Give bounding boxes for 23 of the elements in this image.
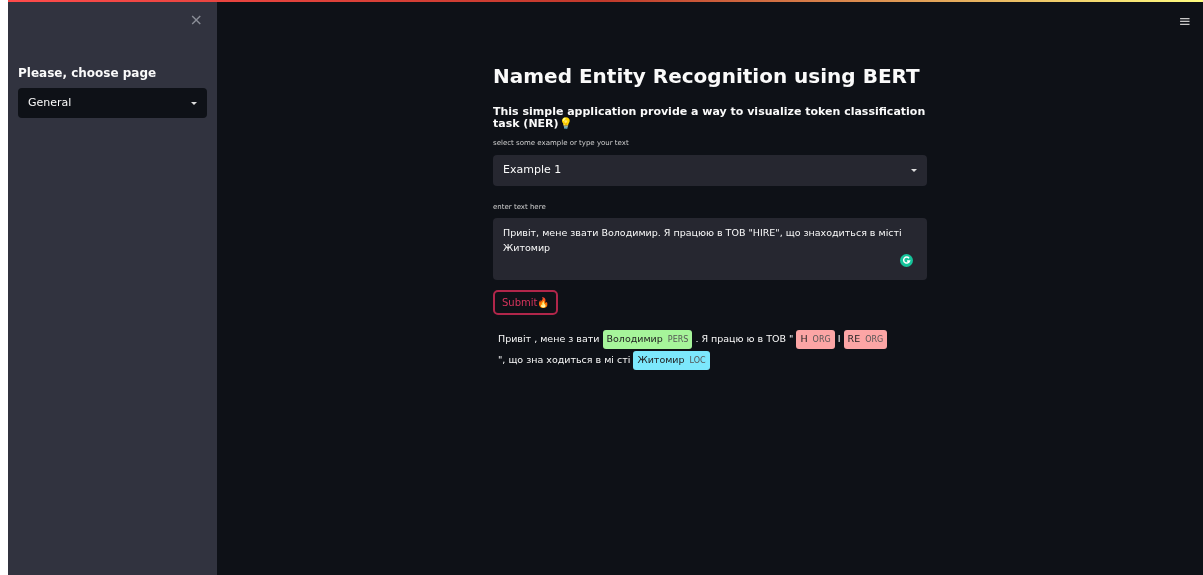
entity-label: LOC [689, 356, 706, 366]
grammar-check-icon[interactable] [900, 254, 913, 268]
entity-text: H [800, 333, 808, 345]
entity-text: Володимир [606, 333, 663, 345]
result-text: ходиться в мі сті [546, 354, 631, 366]
entity-label: ORG [812, 335, 831, 345]
entity-text: Житомир [637, 354, 685, 366]
submit-button[interactable]: Submit🔥 [493, 290, 559, 316]
menu-button[interactable]: ≡ [1178, 14, 1191, 29]
entity-label: PERS [667, 335, 689, 345]
result-text: . Я працю ю в ТОВ " [695, 333, 794, 345]
result-text: Привіт , мене з вати [498, 333, 600, 345]
result-text: ", що зна [498, 354, 544, 366]
example-select[interactable]: Example 1 [493, 154, 927, 186]
result-text: I [837, 333, 841, 345]
page-title: Named Entity Recognition using BERT [493, 64, 921, 88]
close-button[interactable]: × [185, 12, 207, 28]
page-select[interactable]: General [18, 88, 207, 118]
text-input[interactable]: Привіт, мене звати Володимир. Я працюю в ТОВ "HIRE", що знаходиться в місті Житомир [493, 218, 927, 281]
page-subtitle: This simple application provide a way to visualize token classification task (NER)💡 [493, 106, 927, 131]
page-select-label: Please, choose page [18, 65, 158, 82]
entity-label: ORG [865, 335, 884, 345]
entity-text: RE [847, 333, 861, 345]
